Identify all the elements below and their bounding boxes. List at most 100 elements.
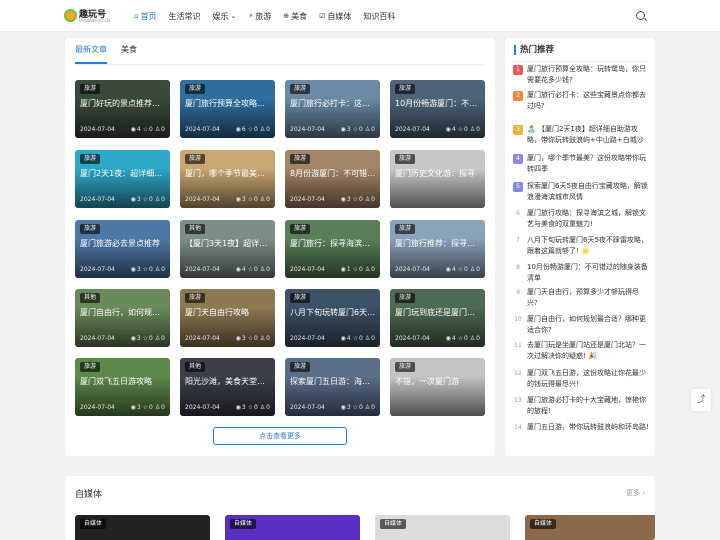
- like-count: 0: [161, 266, 165, 273]
- hot-item-title[interactable]: 厦门天自由行，预算多少才够玩得尽兴?: [527, 287, 649, 309]
- hot-list-item[interactable]: 9 厦门天自由行，预算多少才够玩得尽兴?: [513, 288, 649, 310]
- article-title[interactable]: 阳光沙滩，美食天堂：探寻厦门十大必去景点: [185, 377, 271, 387]
- article-title[interactable]: 厦门好玩的景点推荐旅游: [80, 99, 166, 109]
- nav-glyph-icon: ☑: [319, 12, 326, 20]
- hot-item-title[interactable]: 🏝️ 【厦门2天1夜】超详细自助游攻略，带你玩转鼓浪屿+中山路+白城沙滩 🏝️: [527, 124, 649, 146]
- article-title[interactable]: 厦门2天1夜：超详细自助游: [80, 169, 166, 179]
- article-title[interactable]: 八月下旬玩转厦门6天5晚: [290, 308, 376, 318]
- hot-list-item[interactable]: 12 厦门双飞五日游，这份攻略让你花最少的钱玩得最尽兴!: [513, 369, 649, 391]
- hot-list-item[interactable]: 4 厦门，哪个季节最美？这份攻略带你玩转四季: [513, 154, 649, 176]
- article-title[interactable]: 【厦门3天1夜】超详细自助游攻略: [185, 239, 271, 249]
- hot-item-title[interactable]: 厦门，哪个季节最美？这份攻略带你玩转四季: [527, 153, 649, 175]
- article-card[interactable]: 其他厦门自由行，如何规划最合适2024-07-04◉3 ☆0 ♙0: [75, 289, 170, 347]
- article-title[interactable]: 8月份游厦门：不可错过的: [290, 169, 376, 179]
- tab-latest[interactable]: 最新文章: [75, 44, 107, 64]
- article-title[interactable]: 厦门自由行，如何规划最合适: [80, 308, 166, 318]
- site-logo[interactable]: 趣玩号 QUWANHAO.CN: [64, 7, 110, 25]
- nav-item-2[interactable]: 娱乐 ⌄: [212, 11, 236, 22]
- category-badge: 旅游: [395, 84, 416, 94]
- media-card[interactable]: 自媒体: [525, 515, 655, 540]
- hot-list-item[interactable]: 1 厦门旅行预算全攻略：玩转鹭岛，你只需要花多少钱?: [513, 65, 649, 87]
- hot-item-title[interactable]: 厦门旅行必打卡：这些宝藏景点你都去过吗?: [527, 90, 649, 112]
- hot-item-title[interactable]: 10月份畅游厦门：不可错过的随身装备清单: [527, 262, 649, 284]
- article-card[interactable]: 旅游厦门，哪个季节最美？这份2024-07-04◉3 ☆0 ♙0: [180, 150, 275, 208]
- article-card[interactable]: 旅游 厦门好玩的景点推荐旅游 2024-07-04 ◉4 ☆0 ♙0: [75, 80, 170, 138]
- article-card[interactable]: 其他阳光沙滩，美食天堂：探寻厦门十大必去景点2024-07-04◉3 ☆0 ♙0: [180, 358, 275, 416]
- article-stats: ◉3 ☆0 ♙0: [341, 404, 375, 411]
- hot-list-item[interactable]: 3 🏝️ 【厦门2天1夜】超详细自助游攻略，带你玩转鼓浪屿+中山路+白城沙滩 🏝️: [513, 125, 649, 147]
- nav-glyph-icon: ⌂: [134, 12, 139, 20]
- article-title[interactable]: 厦门旅行必打卡：这些宝: [290, 99, 376, 109]
- media-card[interactable]: 自媒体: [225, 515, 360, 540]
- hot-item-title[interactable]: 厦门旅行预算全攻略：玩转鹭岛，你只需要花多少钱?: [527, 64, 649, 86]
- hot-item-title[interactable]: 厦门五日游，带你玩转鼓浪屿和环岛路!: [527, 422, 649, 433]
- comment-icon: ☆: [350, 335, 359, 342]
- article-card[interactable]: 旅游 厦门天自由行攻略 2024-07-04 ◉3 ☆0 ♙0: [180, 289, 275, 347]
- thumb-icon: ♙: [362, 196, 371, 203]
- hot-item-title[interactable]: 厦门双飞五日游，这份攻略让你花最少的钱玩得最尽兴!: [527, 368, 649, 390]
- hot-item-title[interactable]: 厦门旅游必打卡的十大宝藏地，惊艳你的旅程!: [527, 395, 649, 417]
- article-card[interactable]: 旅游 厦门历史文化游：探寻: [390, 150, 485, 208]
- nav-item-1[interactable]: 生活常识: [168, 11, 200, 22]
- article-title[interactable]: 10月份畅游厦门：不可错: [395, 99, 481, 109]
- nav-item-3[interactable]: ⚡ 旅游: [248, 11, 271, 22]
- media-card[interactable]: 自媒体: [375, 515, 510, 540]
- nav-glyph-icon: ⚡: [248, 12, 254, 20]
- article-card[interactable]: 旅游 10月份畅游厦门：不可错 2024-07-04 ◉4 ☆0 ♙0: [390, 80, 485, 138]
- article-title[interactable]: 厦门玩到底还是厦门北站: [395, 308, 481, 318]
- article-title[interactable]: 厦门历史文化游：探寻: [395, 169, 481, 179]
- hot-list-item[interactable]: 13 厦门旅游必打卡的十大宝藏地，惊艳你的旅程!: [513, 396, 649, 418]
- article-title[interactable]: 厦门，哪个季节最美？这份: [185, 169, 271, 179]
- nav-item-0[interactable]: ⌂ 首页: [134, 11, 156, 22]
- tab-food[interactable]: 美食: [121, 44, 137, 64]
- article-title[interactable]: 不错，一次厦门游: [395, 377, 481, 387]
- article-date: 2024-07-04: [395, 126, 430, 133]
- article-title[interactable]: 厦门旅行推荐：探寻海滨: [395, 239, 481, 249]
- nav-glyph-icon: ⊕: [283, 12, 290, 20]
- hot-list-item[interactable]: 11 去厦门玩是坐厦门站还是厦门北站？一次过解决你的疑惑! 🎉: [513, 341, 649, 363]
- article-card[interactable]: 旅游厦门2天1夜：超详细自助游2024-07-04◉3 ☆0 ♙0: [75, 150, 170, 208]
- article-card[interactable]: 旅游 厦门旅游必去景点推荐 2024-07-04 ◉3 ☆0 ♙0: [75, 220, 170, 278]
- hot-item-title[interactable]: 厦门旅行攻略：探寻海滨之城，解锁文艺与美食的双重魅力!: [527, 208, 649, 230]
- media-card[interactable]: 自媒体: [75, 515, 210, 540]
- hot-list-item[interactable]: 8 10月份畅游厦门：不可错过的随身装备清单: [513, 263, 649, 285]
- media-more-link[interactable]: 更多 ›: [626, 488, 645, 498]
- article-card[interactable]: 旅游 不错，一次厦门游: [390, 358, 485, 416]
- nav-item-6[interactable]: 知识百科: [363, 11, 395, 22]
- nav-item-5[interactable]: ☑ 自媒体: [319, 11, 351, 22]
- article-card[interactable]: 其他【厦门3天1夜】超详细自助游攻略2024-07-04◉4 ☆0 ♙0: [180, 220, 275, 278]
- hot-item-title[interactable]: 厦门自由行，如何规划最合适？哪种更适合你?: [527, 314, 649, 336]
- thumb-icon: ♙: [152, 335, 161, 342]
- article-card[interactable]: 旅游厦门旅行预算全攻略：玩转2024-07-04◉6 ☆0 ♙0: [180, 80, 275, 138]
- article-tabs: 最新文章 美食: [75, 44, 151, 64]
- article-card[interactable]: 旅游 厦门旅行推荐：探寻海滨 2024-07-04 ◉4 ☆0 ♙0: [390, 220, 485, 278]
- hot-item-title[interactable]: 八月下旬玩转厦门6天5夜不踩雷攻略，跟着这篇就够了! 🌟: [527, 235, 649, 257]
- article-card[interactable]: 旅游 厦门旅行：探寻海滨之城 2024-07-04 ◉1 ☆0 ♙0: [285, 220, 380, 278]
- hot-list-item[interactable]: 5 探索厦门6天5夜自由行宝藏攻略，解锁浪漫海滨城市风情: [513, 182, 649, 204]
- article-card[interactable]: 旅游 厦门玩到底还是厦门北站 2024-07-04 ◉4 ☆0 ♙0: [390, 289, 485, 347]
- load-more-button[interactable]: 点击查看更多: [213, 427, 347, 445]
- article-card[interactable]: 旅游 8月份游厦门：不可错过的 2024-07-04 ◉3 ☆0 ♙0: [285, 150, 380, 208]
- article-card[interactable]: 旅游 厦门双飞五日游攻略 2024-07-04 ◉3 ☆0 ♙0: [75, 358, 170, 416]
- hot-list-item[interactable]: 10 厦门自由行，如何规划最合适？哪种更适合你?: [513, 315, 649, 337]
- comment-icon: ☆: [245, 404, 254, 411]
- hot-list-item[interactable]: 7 八月下旬玩转厦门6天5夜不踩雷攻略，跟着这篇就够了! 🌟: [513, 236, 649, 258]
- article-title[interactable]: 厦门旅行预算全攻略：玩转: [185, 99, 271, 109]
- hot-list-item[interactable]: 6 厦门旅行攻略：探寻海滨之城，解锁文艺与美食的双重魅力!: [513, 209, 649, 231]
- article-title[interactable]: 厦门天自由行攻略: [185, 308, 271, 318]
- article-card[interactable]: 旅游 厦门旅行必打卡：这些宝 2024-07-04 ◉3 ☆0 ♙0: [285, 80, 380, 138]
- article-card[interactable]: 旅游 八月下旬玩转厦门6天5晚 2024-07-04 ◉4 ☆0 ♙0: [285, 289, 380, 347]
- article-title[interactable]: 探索厦门五日游：海滨之城: [290, 377, 376, 387]
- share-icon[interactable]: ⤴: [691, 389, 711, 411]
- article-title[interactable]: 厦门旅游必去景点推荐: [80, 239, 166, 249]
- hot-list-item[interactable]: 2 厦门旅行必打卡：这些宝藏景点你都去过吗?: [513, 91, 649, 113]
- search-icon[interactable]: [636, 11, 645, 20]
- article-title[interactable]: 厦门双飞五日游攻略: [80, 377, 166, 387]
- article-title[interactable]: 厦门旅行：探寻海滨之城: [290, 239, 376, 249]
- category-badge: 自媒体: [230, 519, 257, 529]
- hot-list-item[interactable]: 14 厦门五日游，带你玩转鼓浪屿和环岛路!: [513, 423, 649, 445]
- nav-item-4[interactable]: ⊕ 美食: [283, 11, 307, 22]
- hot-item-title[interactable]: 探索厦门6天5夜自由行宝藏攻略，解锁浪漫海滨城市风情: [527, 181, 649, 203]
- article-card[interactable]: 旅游探索厦门五日游：海滨之城2024-07-04◉3 ☆0 ♙0: [285, 358, 380, 416]
- hot-item-title[interactable]: 去厦门玩是坐厦门站还是厦门北站？一次过解决你的疑惑! 🎉: [527, 340, 649, 362]
